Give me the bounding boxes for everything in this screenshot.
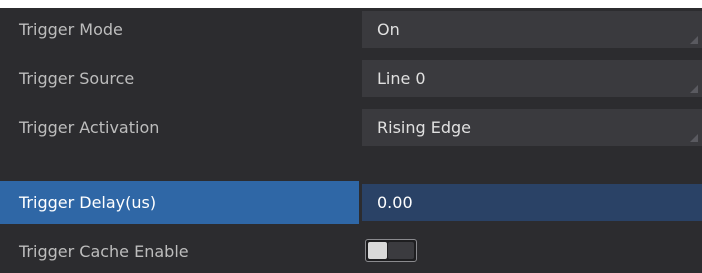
dropdown-corner-icon [690,85,698,93]
property-value-cell: Rising Edge [359,106,702,149]
property-label-cell: Trigger Delay(us) [0,181,359,224]
trigger-source-dropdown[interactable]: Line 0 [362,60,702,97]
top-border [0,0,702,8]
dropdown-corner-icon [690,36,698,44]
trigger-mode-dropdown[interactable]: On [362,11,702,48]
property-value-cell: Line 0 [359,57,702,100]
property-row-trigger-source[interactable]: Trigger Source Line 0 [0,57,702,100]
property-label-cell: Trigger Source [0,57,359,100]
property-row-trigger-mode[interactable]: Trigger Mode On [0,8,702,51]
property-label-trigger-delay: Trigger Delay(us) [19,193,157,212]
trigger-activation-value: Rising Edge [377,118,471,137]
property-value-cell: 0.00 [359,181,702,224]
trigger-cache-enable-toggle[interactable] [365,239,417,262]
property-row-trigger-cache-enable[interactable]: Trigger Cache Enable [0,230,702,273]
dropdown-corner-icon [690,134,698,142]
trigger-activation-dropdown[interactable]: Rising Edge [362,109,702,146]
toggle-knob [368,242,387,259]
property-label-trigger-mode: Trigger Mode [19,20,123,39]
property-row-trigger-delay[interactable]: Trigger Delay(us) 0.00 [0,181,702,224]
property-label-cell: Trigger Mode [0,8,359,51]
property-label-cell: Trigger Cache Enable [0,230,359,273]
toggle-track [388,242,414,259]
property-panel: Trigger Mode On Trigger Source Line 0 Tr… [0,0,702,273]
trigger-delay-value: 0.00 [377,193,413,212]
property-label-trigger-source: Trigger Source [19,69,135,88]
property-value-cell: On [359,8,702,51]
trigger-source-value: Line 0 [377,69,426,88]
trigger-delay-input[interactable]: 0.00 [362,184,702,221]
property-label-trigger-activation: Trigger Activation [19,118,160,137]
property-label-trigger-cache-enable: Trigger Cache Enable [19,242,189,261]
property-label-cell: Trigger Activation [0,106,359,149]
property-row-trigger-activation[interactable]: Trigger Activation Rising Edge [0,106,702,149]
trigger-mode-value: On [377,20,400,39]
